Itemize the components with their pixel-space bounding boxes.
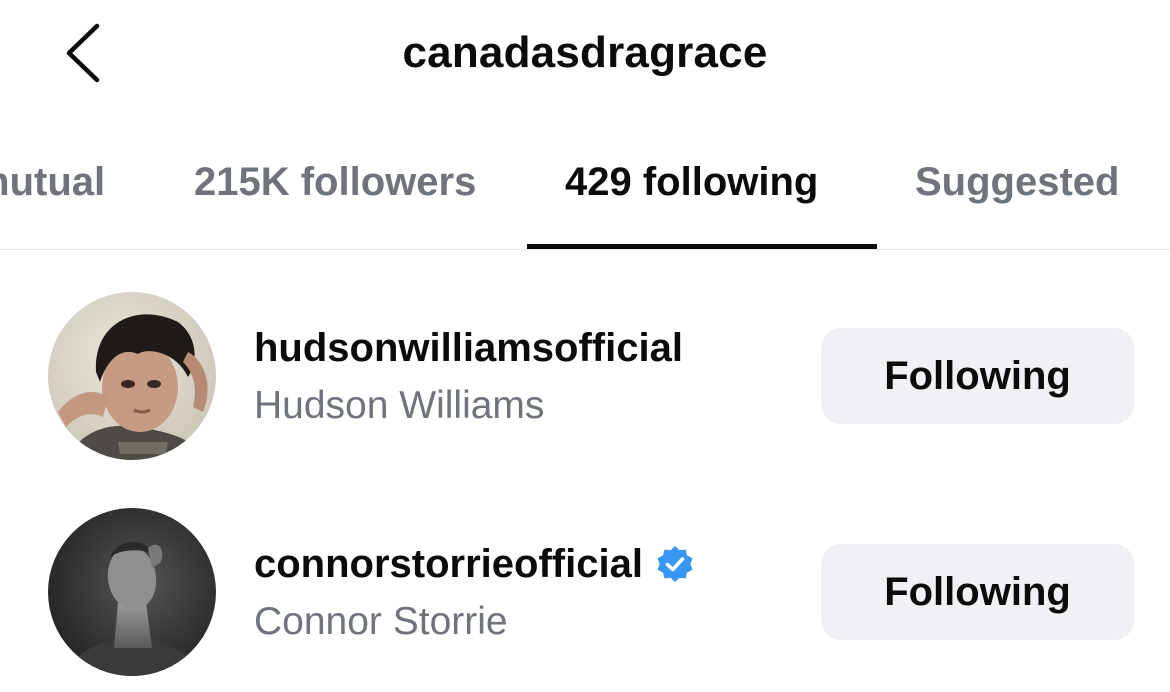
tab-following[interactable]: 429 following [565, 160, 818, 205]
username-text: connorstorrieofficial [254, 542, 643, 586]
page-title: canadasdragrace [402, 28, 768, 77]
active-tab-indicator [527, 244, 877, 249]
tab-suggested[interactable]: Suggested [915, 160, 1119, 205]
following-button[interactable]: Following [821, 544, 1134, 640]
avatar-photo [48, 292, 216, 460]
tab-bar: mutual 215K followers 429 following Sugg… [0, 140, 1170, 250]
tab-followers[interactable]: 215K followers [194, 160, 476, 205]
avatar-photo [48, 508, 216, 676]
verified-badge-icon [655, 545, 695, 585]
tab-mutual[interactable]: mutual [0, 160, 105, 205]
avatar[interactable] [48, 292, 216, 460]
account-username[interactable]: connorstorrieofficial [254, 542, 695, 587]
avatar[interactable] [48, 508, 216, 676]
account-username[interactable]: hudsonwilliamsofficial [254, 326, 683, 371]
username-text: hudsonwilliamsofficial [254, 326, 683, 370]
list-item[interactable]: connorstorrieofficial Connor Storrie Fol… [0, 506, 1170, 676]
account-full-name: Hudson Williams [254, 384, 545, 427]
following-screen: canadasdragrace mutual 215K followers 42… [0, 0, 1170, 692]
following-button[interactable]: Following [821, 328, 1134, 424]
account-full-name: Connor Storrie [254, 600, 508, 643]
list-item[interactable]: hudsonwilliamsofficial Hudson Williams F… [0, 290, 1170, 460]
